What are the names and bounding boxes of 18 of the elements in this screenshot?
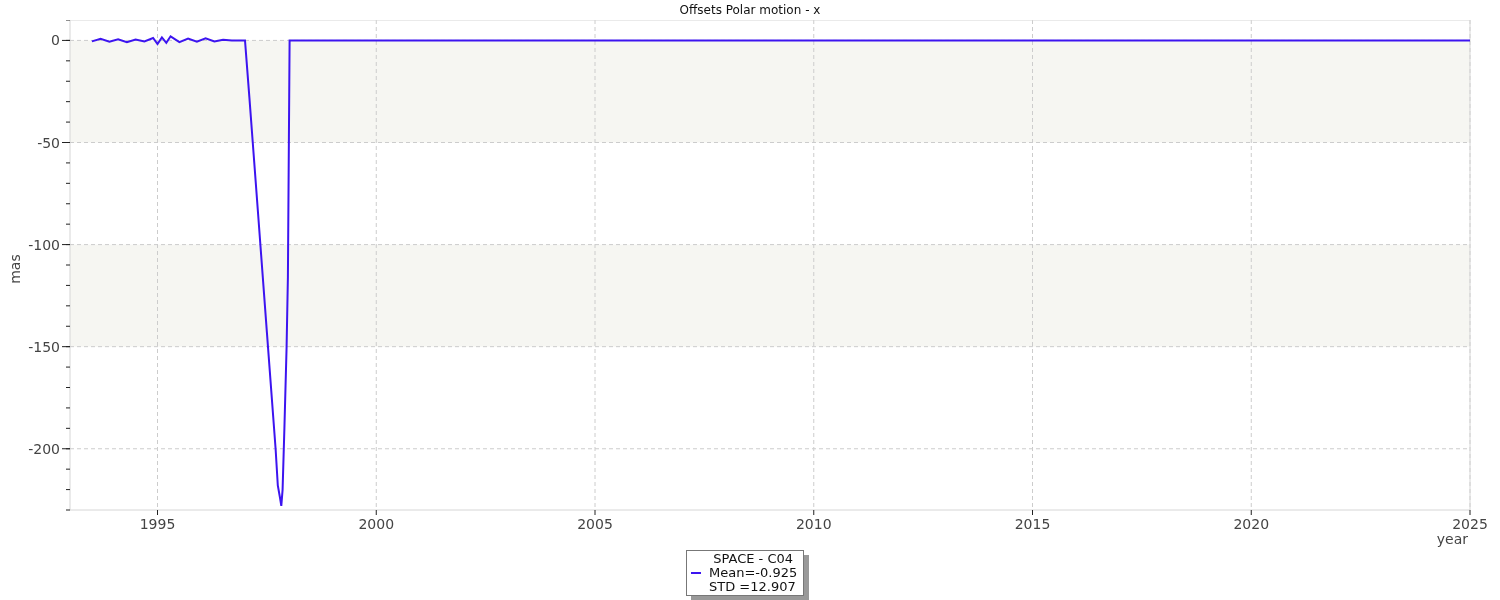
x-tick-label: 2005 (577, 516, 613, 532)
x-tick-label: 2010 (795, 516, 832, 532)
legend-series-name: SPACE - C04 (712, 552, 794, 566)
x-tick-label: 2000 (358, 516, 395, 532)
x-tick-label: 2015 (1014, 516, 1051, 532)
legend-mean: Mean=-0.925 (709, 566, 798, 580)
y-tick-label: -50 (37, 134, 60, 151)
x-axis-label: year (1436, 531, 1468, 547)
legend-std: STD =12.907 (709, 580, 797, 594)
y-tick-label: -100 (28, 236, 60, 253)
x-tick-label: 1995 (139, 516, 176, 532)
x-tick-label: 2025 (1452, 516, 1488, 532)
y-axis-label: mas (7, 254, 23, 284)
chart-title: Offsets Polar motion - x (678, 2, 822, 19)
y-tick-label: -150 (28, 338, 60, 355)
x-tick-label: 2020 (1233, 516, 1270, 532)
y-tick-label: 0 (51, 32, 60, 49)
y-tick-label: -200 (28, 440, 60, 457)
